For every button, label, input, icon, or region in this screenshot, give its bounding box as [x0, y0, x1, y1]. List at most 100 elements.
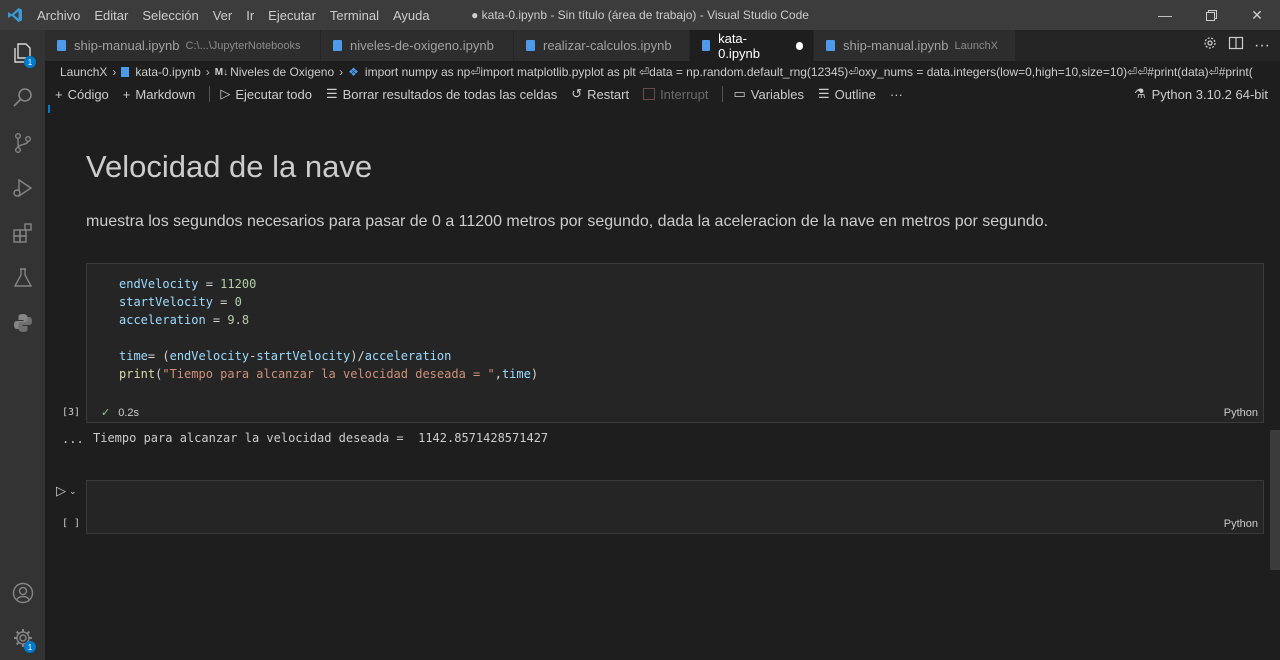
tab-actions: ··· — [1202, 30, 1280, 61]
run-all-icon: ▷ — [220, 86, 231, 101]
check-icon: ✓ — [101, 407, 111, 419]
breadcrumb-file[interactable]: kata-0.ipynb — [135, 65, 200, 79]
chevron-down-icon: ⌄ — [69, 485, 77, 496]
notebook-icon — [121, 67, 130, 77]
cell-status: ✓ 0.2s — [101, 406, 140, 420]
restart-icon: ↺ — [571, 86, 583, 101]
interrupt-label: Interrupt — [660, 86, 709, 102]
code-token: 9.8 — [227, 313, 250, 327]
code-token: startVelocity — [256, 349, 351, 363]
tab-ship-manual-launchx[interactable]: ship-manual.ipynb LaunchX — [814, 30, 1016, 61]
unsaved-dot-icon[interactable] — [795, 41, 803, 50]
minimize-icon[interactable]: — — [1142, 0, 1188, 30]
toolbar-divider — [722, 86, 724, 102]
notebook-icon — [57, 40, 66, 51]
cell-duration: 0.2s — [118, 406, 140, 419]
account-icon[interactable] — [0, 570, 45, 615]
source-control-icon[interactable] — [0, 120, 45, 165]
notebook-editor: Velocidad de la nave muestra los segundo… — [45, 105, 1280, 660]
code-token: = ( — [147, 349, 170, 363]
code-token: print — [119, 367, 156, 381]
outline-list-icon: ☰ — [818, 86, 830, 101]
tab-label: ship-manual.ipynb — [74, 38, 180, 53]
toolbar-more-button[interactable]: ··· — [890, 87, 903, 102]
execution-count: [3] — [62, 407, 81, 418]
breadcrumb-cell[interactable]: import numpy as np⏎import matplotlib.pyp… — [365, 65, 1253, 79]
chevron-right-icon: › — [339, 65, 344, 79]
code-token: startVelocity — [119, 295, 213, 309]
tab-realizar-calculos[interactable]: realizar-calculos.ipynb — [514, 30, 690, 61]
tab-label: ship-manual.ipynb — [843, 38, 949, 53]
cell-focus-indicator — [48, 105, 50, 113]
menu-ir[interactable]: Ir — [239, 8, 261, 23]
menu-archivo[interactable]: Archivo — [30, 8, 87, 23]
notebook-toolbar: + Código + Markdown ▷ Ejecutar todo ☰ Borrar… — [45, 83, 1280, 105]
restart-button[interactable]: ↺ Restart — [571, 86, 629, 102]
code-token: time — [501, 367, 531, 381]
menu-editar[interactable]: Editar — [87, 8, 135, 23]
editor-tabs: ship-manual.ipynb C:\...\JupyterNotebook… — [45, 30, 1280, 61]
notebook-icon — [826, 40, 835, 51]
code-token: acceleration — [364, 349, 452, 363]
variables-icon: ▭ — [733, 86, 746, 101]
tab-description: LaunchX — [954, 39, 998, 52]
more-actions-icon[interactable]: ··· — [1254, 37, 1270, 55]
add-code-cell-button[interactable]: + Código — [55, 87, 109, 102]
code-token: )/ — [350, 349, 365, 363]
python-icon[interactable] — [0, 300, 45, 345]
add-markdown-cell-button[interactable]: + Markdown — [123, 87, 196, 102]
menu-ayuda[interactable]: Ayuda — [386, 8, 437, 23]
explorer-icon[interactable]: 1 — [0, 30, 45, 75]
tab-niveles-de-oxigeno[interactable]: niveles-de-oxigeno.ipynb — [321, 30, 514, 61]
settings-gear-icon[interactable]: 1 — [0, 615, 45, 660]
outline-button[interactable]: ☰ Outline — [818, 86, 876, 102]
code-token: 11200 — [220, 277, 257, 291]
variables-button[interactable]: ▭ Variables — [733, 86, 804, 102]
clear-outputs-button[interactable]: ☰ Borrar resultados de todas las celdas — [326, 86, 557, 102]
run-all-button[interactable]: ▷ Ejecutar todo — [220, 86, 312, 102]
empty-code-cell[interactable]: Python — [86, 480, 1264, 534]
menu-bar: Archivo Editar Selección Ver Ir Ejecutar… — [30, 8, 437, 23]
execution-count: [ ] — [62, 518, 81, 529]
menu-terminal[interactable]: Terminal — [323, 8, 386, 23]
kernel-icon: ⚗ — [1133, 86, 1146, 101]
menu-seleccion[interactable]: Selección — [135, 8, 205, 23]
breadcrumb-section[interactable]: Niveles de Oxigeno — [230, 65, 334, 79]
scrollbar-thumb[interactable] — [1270, 430, 1280, 570]
markdown-paragraph: muestra los segundos necesarios para pas… — [86, 213, 1049, 230]
restore-icon[interactable] — [1188, 0, 1234, 30]
menu-ejecutar[interactable]: Ejecutar — [261, 8, 323, 23]
testing-flask-icon[interactable] — [0, 255, 45, 300]
extensions-icon[interactable] — [0, 210, 45, 255]
tab-kata-0[interactable]: kata-0.ipynb — [690, 30, 814, 61]
notebook-icon — [526, 40, 535, 51]
tab-ship-manual-jupyter[interactable]: ship-manual.ipynb C:\...\JupyterNotebook… — [45, 30, 321, 61]
tab-description: C:\...\JupyterNotebooks — [185, 39, 301, 52]
output-more-icon[interactable]: ... — [62, 432, 84, 446]
run-debug-icon[interactable] — [0, 165, 45, 210]
run-all-label: Ejecutar todo — [235, 86, 312, 102]
restart-label: Restart — [587, 86, 630, 102]
menu-ver[interactable]: Ver — [206, 8, 240, 23]
code-editor[interactable]: endVelocity = 11200 startVelocity = 0 ac… — [119, 275, 538, 383]
settings-badge: 1 — [24, 641, 36, 653]
cell-language[interactable]: Python — [1224, 407, 1258, 419]
gear-icon[interactable] — [1202, 35, 1218, 56]
search-icon[interactable] — [0, 75, 45, 120]
run-cell-button[interactable]: ▷ ⌄ — [56, 483, 77, 499]
code-cell[interactable]: endVelocity = 11200 startVelocity = 0 ac… — [86, 263, 1264, 423]
markdown-heading: Velocidad de la nave — [86, 149, 373, 184]
clear-outputs-label: Borrar resultados de todas las celdas — [342, 86, 558, 102]
tab-label: kata-0.ipynb — [718, 30, 761, 61]
plus-icon: + — [55, 86, 63, 102]
add-code-label: Código — [67, 86, 109, 102]
breadcrumb-folder[interactable]: LaunchX — [60, 65, 107, 79]
split-editor-icon[interactable] — [1228, 35, 1244, 56]
interrupt-button[interactable]: Interrupt — [643, 87, 708, 102]
kernel-picker[interactable]: ⚗ Python 3.10.2 64-bit — [1134, 83, 1268, 105]
window-controls: — ✕ — [1142, 0, 1280, 30]
close-icon[interactable]: ✕ — [1234, 0, 1280, 30]
code-token: endVelocity — [119, 277, 199, 291]
clear-all-icon: ☰ — [325, 86, 338, 101]
cell-language[interactable]: Python — [1224, 518, 1258, 530]
